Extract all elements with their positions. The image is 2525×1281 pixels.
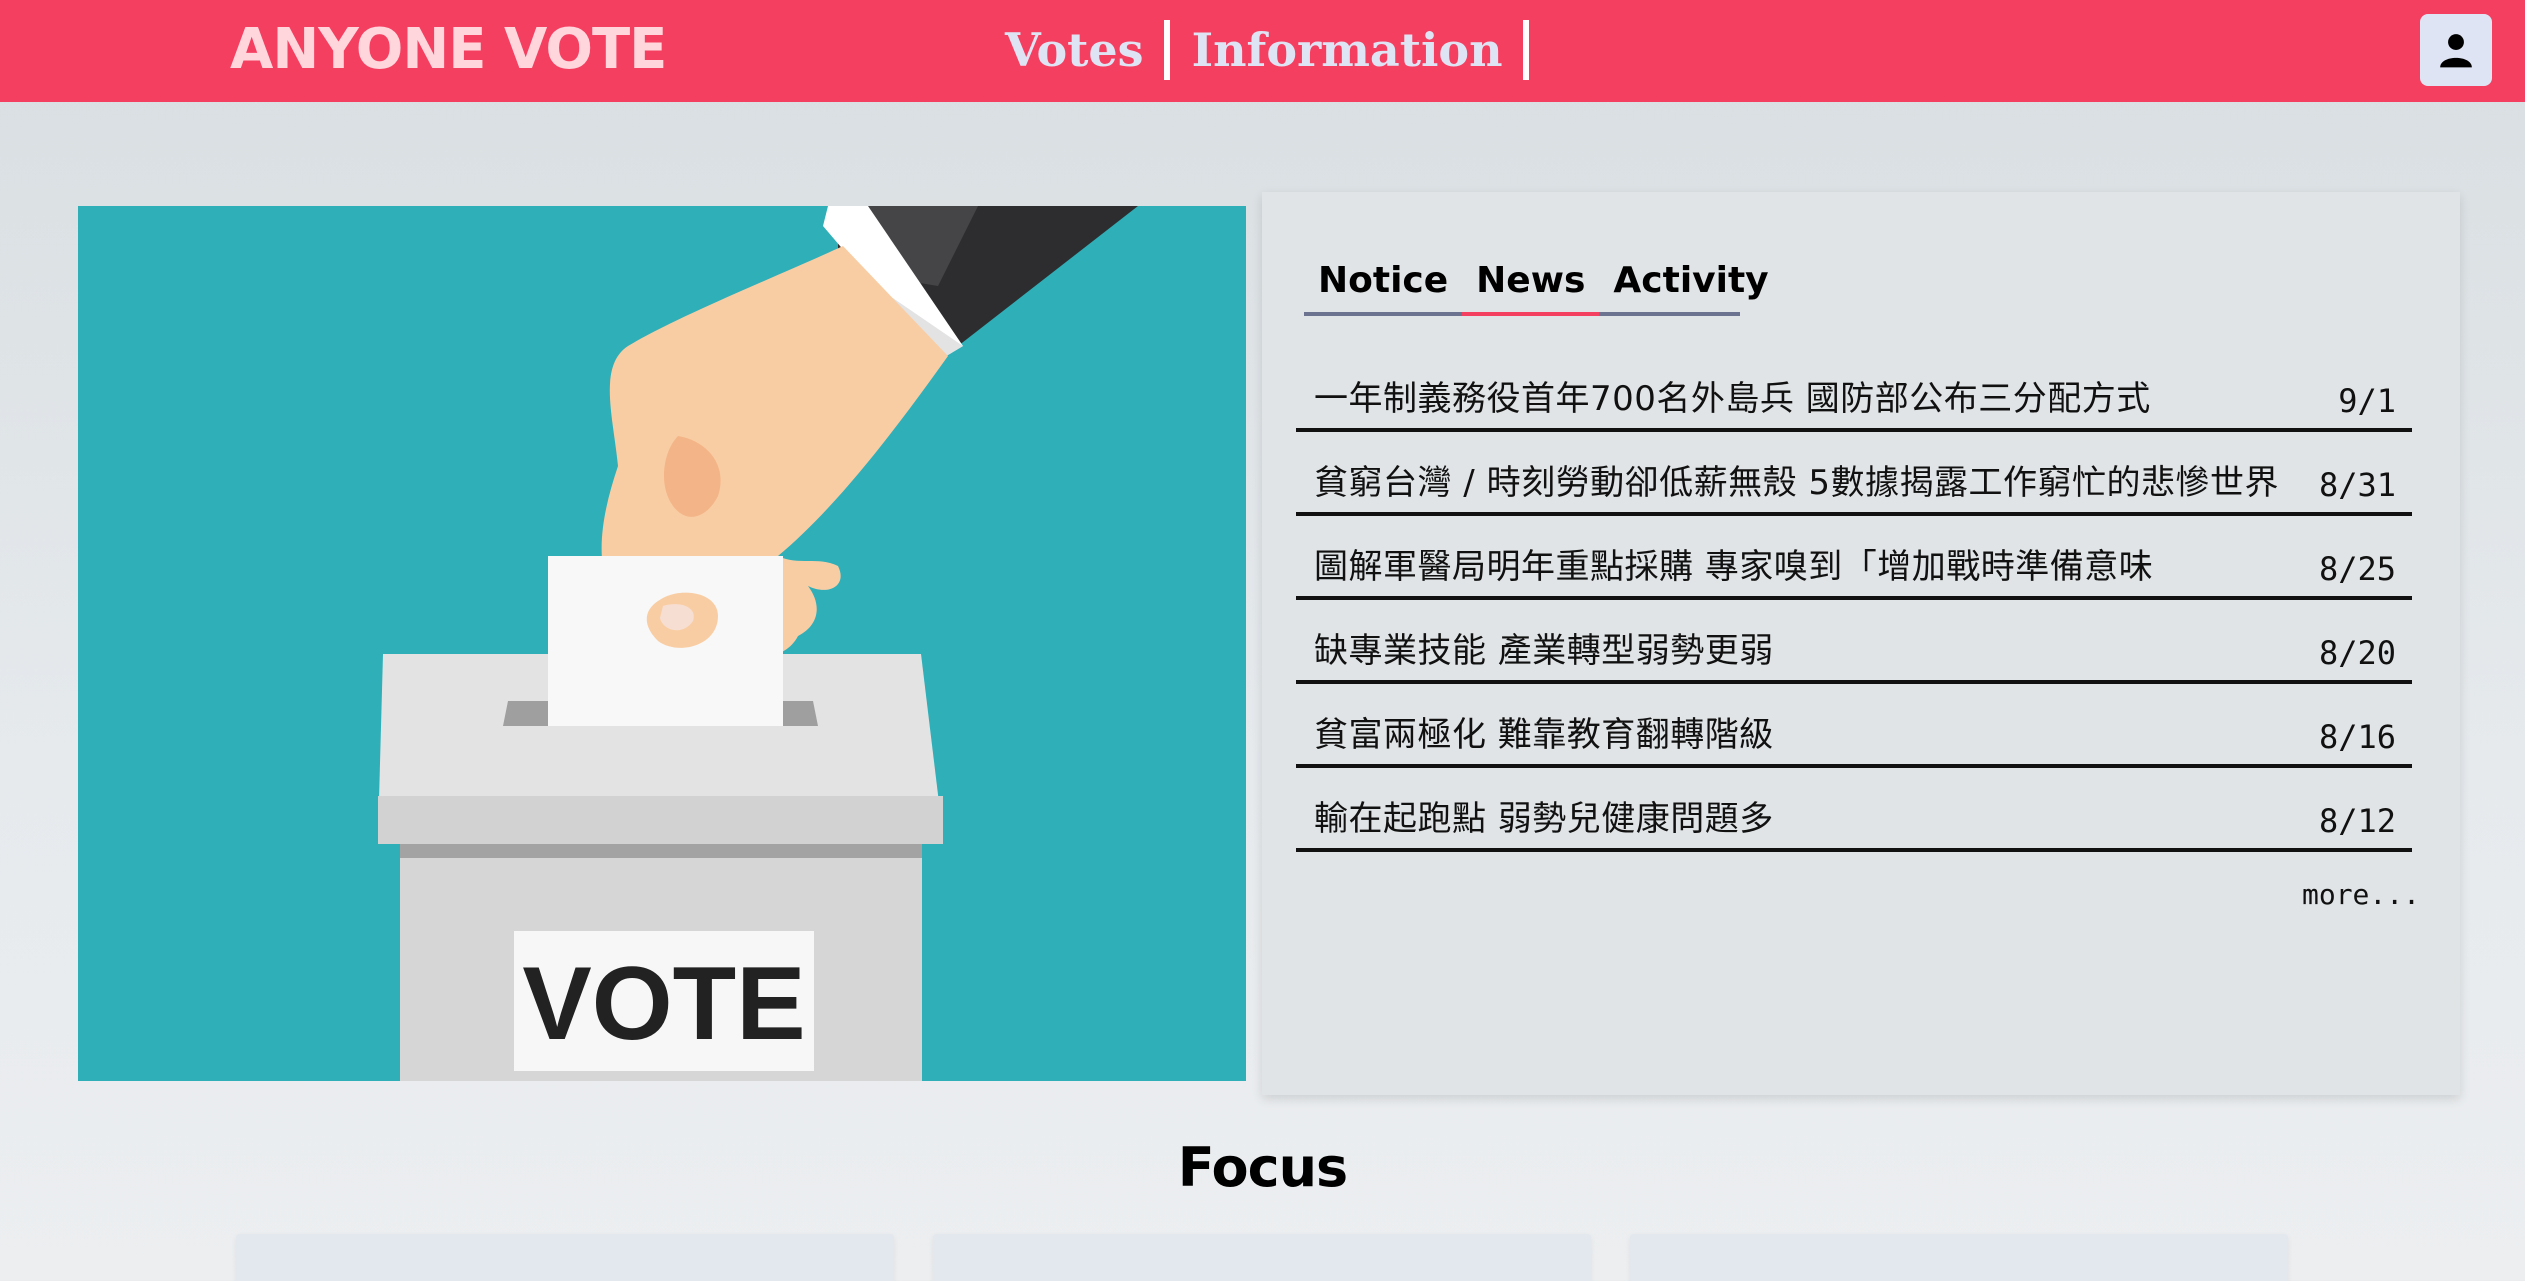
news-title[interactable]: 輸在起跑點 弱勢兒健康問題多 <box>1314 791 1774 840</box>
user-icon <box>2440 34 2472 68</box>
news-title[interactable]: 圖解軍醫局明年重點採購 專家嗅到「增加戰時準備意味 <box>1314 539 2153 588</box>
news-date: 8/16 <box>2318 718 2396 756</box>
tab-activity[interactable]: Activity <box>1599 252 1782 312</box>
panel-tabs: Notice News Activity <box>1304 252 1769 316</box>
news-item[interactable]: 輸在起跑點 弱勢兒健康問題多 8/12 <box>1296 768 2412 852</box>
tab-news[interactable]: News <box>1462 252 1600 316</box>
focus-card[interactable] <box>1630 1234 2288 1281</box>
news-item[interactable]: 貧窮台灣 / 時刻勞動卻低薪無殼 5數據揭露工作窮忙的悲慘世界 8/31 <box>1296 432 2412 516</box>
news-date: 8/25 <box>2318 550 2396 588</box>
nav-information[interactable]: Information <box>1192 20 1529 80</box>
news-list: 一年制義務役首年700名外島兵 國防部公布三分配方式 9/1 貧窮台灣 / 時刻… <box>1296 348 2412 852</box>
vote-box-label: VOTE <box>522 946 805 1062</box>
news-date: 9/1 <box>2338 382 2396 420</box>
focus-card[interactable] <box>236 1234 894 1281</box>
nav-votes[interactable]: Votes <box>1005 20 1170 80</box>
news-title[interactable]: 貧窮台灣 / 時刻勞動卻低薪無殼 5數據揭露工作窮忙的悲慘世界 <box>1314 455 2279 504</box>
hero-vote-illustration: VOTE <box>78 206 1246 1081</box>
news-title[interactable]: 一年制義務役首年700名外島兵 國防部公布三分配方式 <box>1314 371 2151 420</box>
news-date: 8/20 <box>2318 634 2396 672</box>
user-account-button[interactable] <box>2420 14 2492 86</box>
focus-heading: Focus <box>1177 1136 1348 1199</box>
news-title[interactable]: 缺專業技能 產業轉型弱勢更弱 <box>1314 623 1774 672</box>
more-link[interactable]: more... <box>2302 878 2420 911</box>
top-navigation-bar: ANYONE VOTE Votes Information <box>0 0 2525 102</box>
news-item[interactable]: 貧富兩極化 難靠教育翻轉階級 8/16 <box>1296 684 2412 768</box>
news-item[interactable]: 一年制義務役首年700名外島兵 國防部公布三分配方式 9/1 <box>1296 348 2412 432</box>
news-panel: Notice News Activity 一年制義務役首年700名外島兵 國防部… <box>1262 192 2460 1095</box>
brand-logo[interactable]: ANYONE VOTE <box>230 14 667 86</box>
news-date: 8/31 <box>2318 466 2396 504</box>
news-date: 8/12 <box>2318 802 2396 840</box>
main-nav: Votes Information <box>1005 18 1551 82</box>
tab-notice[interactable]: Notice <box>1304 252 1462 312</box>
news-item[interactable]: 缺專業技能 產業轉型弱勢更弱 8/20 <box>1296 600 2412 684</box>
focus-card[interactable] <box>933 1234 1591 1281</box>
news-title[interactable]: 貧富兩極化 難靠教育翻轉階級 <box>1314 707 1774 756</box>
news-item[interactable]: 圖解軍醫局明年重點採購 專家嗅到「增加戰時準備意味 8/25 <box>1296 516 2412 600</box>
